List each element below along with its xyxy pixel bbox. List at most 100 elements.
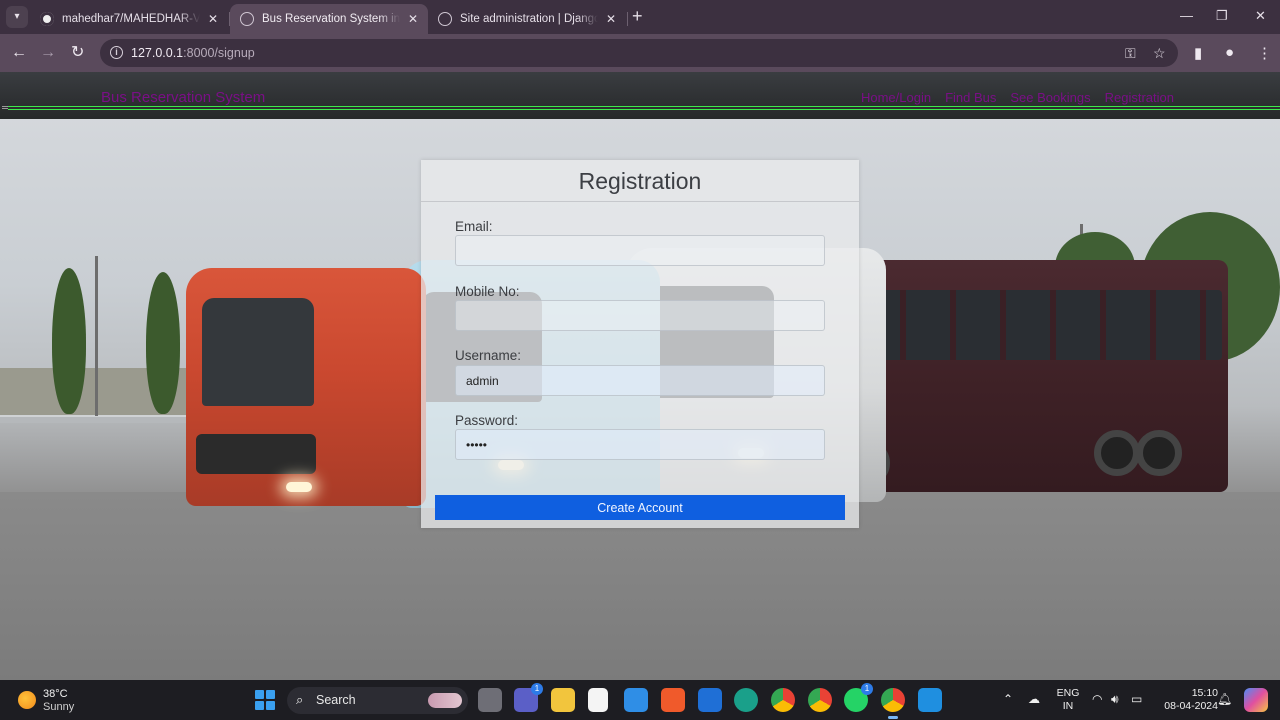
mail-icon[interactable]: [698, 688, 722, 712]
tab-title: Site administration | Django site admin: [460, 13, 598, 25]
battery-icon[interactable]: ▭: [1131, 692, 1142, 706]
minimize-icon[interactable]: —: [1180, 8, 1193, 23]
tab-divider: [627, 12, 628, 26]
region-code: IN: [1062, 700, 1074, 712]
profile-icon[interactable]: ●: [1225, 44, 1234, 61]
reload-icon[interactable]: ↻: [71, 43, 84, 63]
weather-temperature[interactable]: 38°C: [43, 688, 68, 700]
wifi-icon[interactable]: ◠: [1092, 692, 1102, 706]
site-navbar: Bus Reservation System Home/Login Find B…: [0, 72, 1280, 119]
new-tab-plus-icon[interactable]: +: [632, 7, 643, 25]
bus-windshield: [202, 298, 314, 406]
bus-wheel: [1136, 430, 1182, 476]
menu-kebab-icon[interactable]: ⋮: [1257, 44, 1272, 62]
registration-card: Registration Email: Mobile No: Username:…: [421, 160, 859, 528]
search-icon: ⌕: [296, 692, 304, 707]
show-hidden-icons-chevron-icon[interactable]: ⌃: [1003, 692, 1013, 706]
nav-link-see-bookings[interactable]: See Bookings: [1010, 90, 1090, 105]
nav-link-home-login[interactable]: Home/Login: [861, 90, 931, 105]
chrome-active-icon[interactable]: [881, 688, 905, 719]
tab-django-admin[interactable]: Site administration | Django site admin …: [428, 4, 626, 34]
lamp-post: [95, 256, 98, 416]
site-info-icon[interactable]: i: [110, 46, 123, 59]
search-label: Search: [316, 693, 356, 707]
onedrive-cloud-icon[interactable]: ☁: [1028, 692, 1040, 706]
taskbar-search[interactable]: ⌕ Search: [287, 687, 468, 714]
cypress-tree: [146, 272, 180, 414]
notification-bell-icon[interactable]: 🔔︎: [1217, 692, 1232, 706]
nav-link-find-bus[interactable]: Find Bus: [945, 90, 996, 105]
github-icon: [40, 12, 54, 26]
site-nav-links: Home/Login Find Bus See Bookings Registr…: [861, 90, 1174, 105]
tab-github[interactable]: mahedhar7/MAHEDHAR-V_511 ✕: [30, 4, 228, 34]
tab-bus-reservation[interactable]: Bus Reservation System in Django ✕: [230, 4, 428, 34]
bookmark-star-icon[interactable]: ☆: [1153, 45, 1166, 62]
system-clock[interactable]: 15:10 08-04-2024: [1152, 687, 1218, 713]
browser-toolbar: ← → ↻ i 127.0.0.1:8000/signup ⚿ ☆ ▮ ● ⋮: [0, 34, 1280, 72]
globe-icon: [240, 12, 254, 26]
windows-start-icon[interactable]: [255, 690, 275, 710]
navbar-rule: [8, 109, 1280, 110]
notepad-icon[interactable]: [588, 688, 608, 712]
vscode-icon[interactable]: [918, 688, 942, 712]
os-taskbar: 38°C Sunny ⌕ Search 1 1 ⌃ ☁ ENG IN ◠ 🔊︎ ▭…: [0, 680, 1280, 720]
back-arrow-icon[interactable]: ←: [11, 43, 27, 63]
username-label: Username:: [455, 348, 522, 363]
bus-grill: [196, 434, 316, 474]
side-panel-icon[interactable]: ▮: [1194, 44, 1202, 62]
whatsapp-icon[interactable]: 1: [844, 683, 873, 712]
cypress-tree: [52, 268, 86, 414]
red-bus: [186, 268, 426, 506]
mobile-field[interactable]: [455, 300, 825, 331]
chrome-icon[interactable]: [771, 688, 795, 712]
task-view-icon[interactable]: [478, 688, 502, 712]
url-host: 127.0.0.1: [131, 46, 184, 60]
site-brand[interactable]: Bus Reservation System: [101, 89, 265, 106]
navbar-rule: [8, 106, 1280, 107]
password-key-icon[interactable]: ⚿: [1125, 45, 1136, 62]
clock-date: 08-04-2024: [1164, 700, 1218, 712]
sun-weather-icon[interactable]: [18, 691, 36, 709]
close-window-icon[interactable]: ✕: [1255, 8, 1266, 24]
password-field[interactable]: [455, 429, 825, 460]
username-field[interactable]: [455, 365, 825, 396]
address-bar[interactable]: i 127.0.0.1:8000/signup ⚿ ☆: [100, 39, 1178, 67]
edge-browser-icon[interactable]: [734, 688, 758, 712]
search-highlight-image: [428, 693, 462, 708]
create-account-button[interactable]: Create Account: [435, 495, 845, 520]
title-divider: [421, 201, 859, 202]
password-label: Password:: [455, 413, 519, 428]
email-label: Email:: [455, 219, 493, 234]
web-page: Bus Reservation System Home/Login Find B…: [0, 72, 1280, 680]
weather-condition[interactable]: Sunny: [43, 701, 74, 713]
browser-tab-strip: ▾ mahedhar7/MAHEDHAR-V_511 ✕ Bus Reserva…: [0, 0, 1280, 34]
close-tab-icon[interactable]: ✕: [208, 12, 218, 26]
clock-time: 15:10: [1191, 687, 1218, 699]
guard-rail: [0, 415, 210, 423]
notification-badge: 1: [531, 683, 543, 695]
bus-windows: [856, 290, 1222, 360]
chrome-profile-icon[interactable]: [808, 688, 832, 712]
volume-icon[interactable]: 🔊︎: [1111, 692, 1119, 707]
file-explorer-icon[interactable]: [551, 688, 575, 712]
close-tab-icon[interactable]: ✕: [606, 12, 616, 26]
maximize-icon[interactable]: ❐: [1216, 8, 1228, 24]
microsoft-store-icon[interactable]: [624, 688, 648, 712]
language-indicator[interactable]: ENG IN: [1055, 687, 1081, 713]
bus-headlight: [286, 482, 312, 492]
close-tab-icon[interactable]: ✕: [408, 12, 418, 26]
url-path: :8000/signup: [183, 46, 255, 60]
nav-link-registration[interactable]: Registration: [1105, 90, 1174, 105]
globe-icon: [438, 12, 452, 26]
notification-badge: 1: [861, 683, 873, 695]
address-url[interactable]: 127.0.0.1:8000/signup: [131, 46, 255, 60]
mobile-label: Mobile No:: [455, 284, 520, 299]
brave-browser-icon[interactable]: [661, 688, 685, 712]
tab-title: Bus Reservation System in Django: [262, 13, 400, 25]
copilot-icon[interactable]: [1244, 688, 1268, 712]
teams-icon[interactable]: 1: [514, 683, 543, 712]
language-code: ENG: [1056, 687, 1080, 699]
forward-arrow-icon[interactable]: →: [40, 43, 56, 63]
tab-list-chevron-icon[interactable]: ▾: [6, 6, 28, 28]
email-field[interactable]: [455, 235, 825, 266]
